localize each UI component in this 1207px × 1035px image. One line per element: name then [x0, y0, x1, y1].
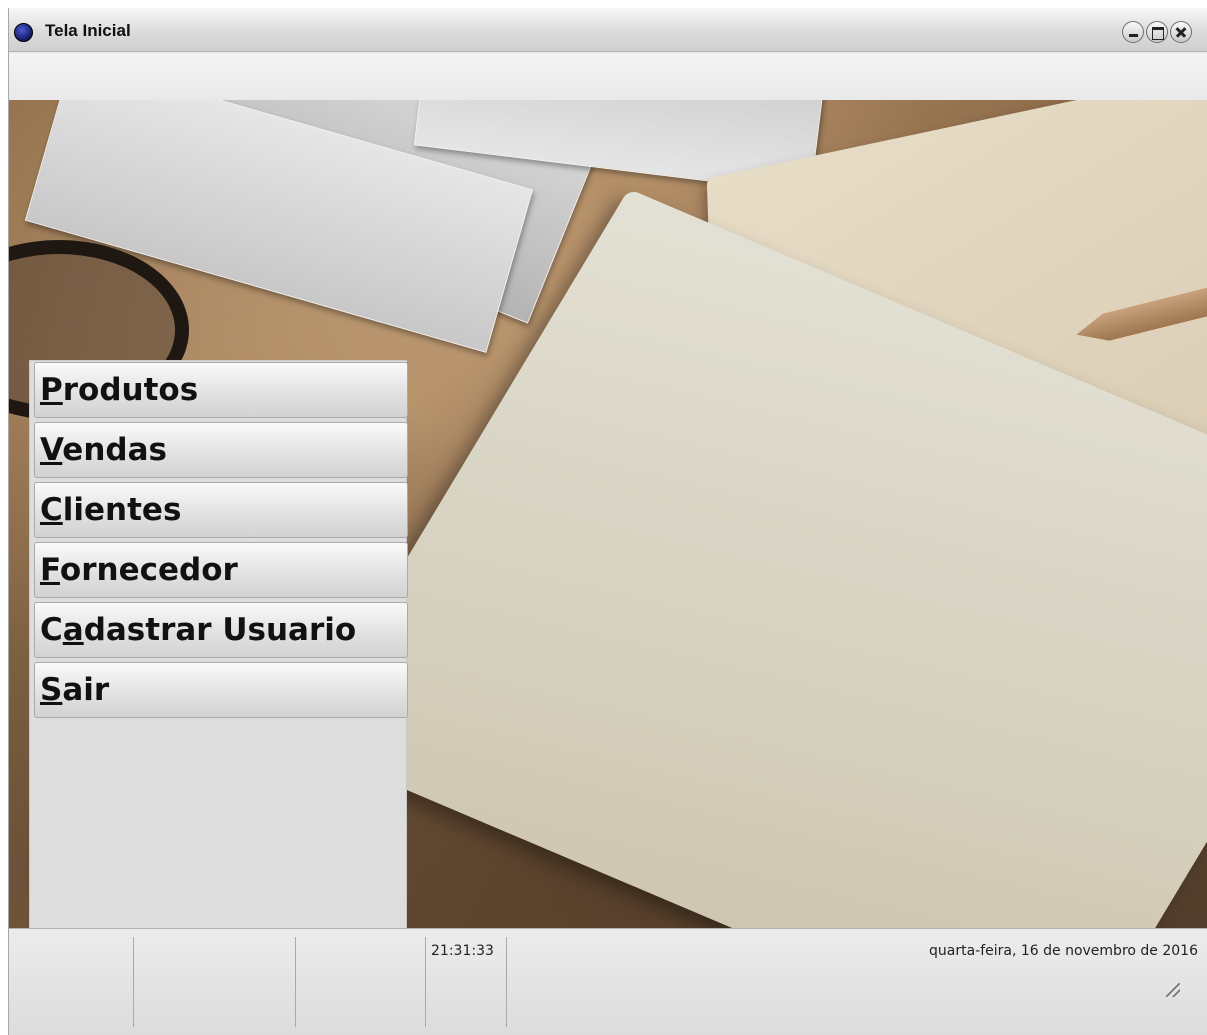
status-panel: [296, 937, 426, 1027]
status-panel: [134, 937, 296, 1027]
sair-button[interactable]: Sair: [34, 662, 408, 718]
window-title: Tela Inicial: [45, 21, 131, 40]
status-panel-date: quarta-feira, 16 de novembro de 2016: [507, 937, 1207, 1027]
resize-grip-icon[interactable]: [1166, 983, 1180, 997]
button-mnemonic: F: [40, 552, 60, 588]
current-date: quarta-feira, 16 de novembro de 2016: [928, 943, 1198, 959]
button-label: air: [62, 672, 110, 708]
status-bar: 21:31:33 quarta-feira, 16 de novembro de…: [9, 928, 1207, 1035]
produtos-button[interactable]: Produtos: [34, 362, 408, 418]
vendas-button[interactable]: Vendas: [34, 422, 408, 478]
button-label: dastrar Usuario: [83, 612, 357, 648]
button-mnemonic: P: [40, 372, 63, 408]
main-window: Tela Inicial Produtos Vendas Clientes Fo…: [8, 8, 1207, 1035]
button-label-prefix: C: [40, 612, 63, 648]
cadastrar-usuario-button[interactable]: Cadastrar Usuario: [34, 602, 408, 658]
button-mnemonic: C: [40, 492, 63, 528]
app-icon: [14, 23, 33, 42]
button-mnemonic: a: [62, 612, 84, 648]
title-bar[interactable]: Tela Inicial: [9, 8, 1207, 52]
button-mnemonic: V: [40, 432, 63, 468]
status-panel: [9, 937, 134, 1027]
background-image: Produtos Vendas Clientes Fornecedor Cada…: [9, 100, 1207, 928]
menu-panel: Produtos Vendas Clientes Fornecedor Cada…: [29, 360, 408, 928]
button-label: lientes: [62, 492, 182, 528]
minimize-icon[interactable]: [1122, 21, 1144, 43]
button-label: rodutos: [62, 372, 199, 408]
clock-time: 21:31:33: [431, 943, 494, 959]
close-icon[interactable]: [1170, 21, 1192, 43]
button-mnemonic: S: [40, 672, 63, 708]
fornecedor-button[interactable]: Fornecedor: [34, 542, 408, 598]
maximize-icon[interactable]: [1146, 21, 1168, 43]
menu-bar: [9, 53, 1207, 100]
button-label: endas: [62, 432, 167, 468]
clientes-button[interactable]: Clientes: [34, 482, 408, 538]
button-label: ornecedor: [59, 552, 238, 588]
status-panel-time: 21:31:33: [426, 937, 507, 1027]
